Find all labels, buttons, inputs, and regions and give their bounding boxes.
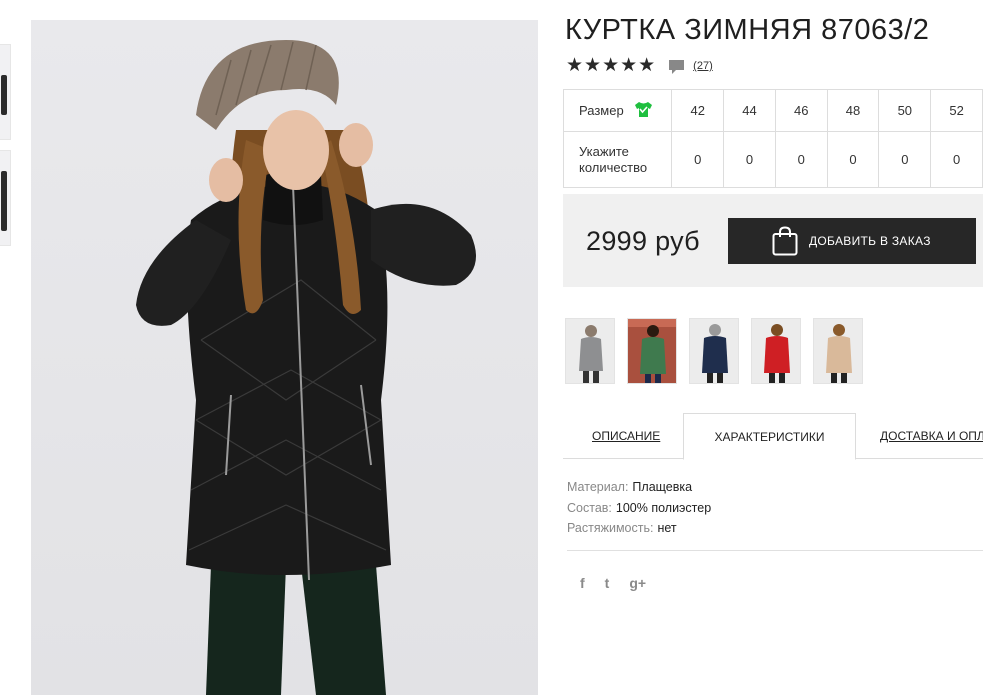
tab-characteristics[interactable]: ХАРАКТЕРИСТИКИ — [683, 413, 856, 460]
size-quantity-table: Размер 42 44 46 48 50 52 Укажите количес… — [562, 89, 983, 188]
review-count-link[interactable]: (27) — [693, 60, 713, 72]
price-box: 2999 руб ДОБАВИТЬ В ЗАКАЗ — [563, 194, 983, 287]
quantity-input[interactable]: 0 — [878, 131, 932, 188]
quantity-label-line1: Укажите — [579, 143, 629, 159]
property-key: Растяжимость: — [567, 521, 654, 535]
size-option[interactable]: 46 — [774, 89, 828, 132]
product-characteristics: Материал: Плащевка Состав: 100% полиэстер … — [567, 477, 711, 539]
color-swatch-beige[interactable] — [813, 318, 863, 384]
size-option[interactable]: 44 — [723, 89, 776, 132]
tshirt-size-icon[interactable] — [634, 101, 653, 121]
size-label: Размер — [579, 103, 624, 118]
thumb-figure — [1, 75, 7, 115]
property-value: нет — [657, 521, 677, 535]
quantity-input[interactable]: 0 — [774, 131, 828, 188]
main-product-photo[interactable] — [31, 20, 538, 695]
tab-description[interactable]: ОПИСАНИЕ — [592, 413, 660, 459]
property-composition: Состав: 100% полиэстер — [567, 498, 711, 519]
add-to-order-button[interactable]: ДОБАВИТЬ В ЗАКАЗ — [728, 218, 976, 264]
comment-icon[interactable] — [668, 58, 685, 75]
property-material: Материал: Плащевка — [567, 477, 711, 498]
color-variants — [565, 318, 863, 384]
twitter-icon[interactable]: t — [605, 575, 610, 591]
quantity-input[interactable]: 0 — [930, 131, 983, 188]
product-photo-illustration — [136, 40, 476, 695]
section-divider — [567, 550, 983, 551]
size-option[interactable]: 52 — [930, 89, 983, 132]
size-option[interactable]: 50 — [878, 89, 932, 132]
product-title: КУРТКА ЗИМНЯЯ 87063/2 — [565, 14, 930, 46]
quantity-input[interactable]: 0 — [723, 131, 776, 188]
color-swatch-gray[interactable] — [565, 318, 615, 384]
property-stretch: Растяжимость: нет — [567, 518, 711, 539]
color-swatch-navy[interactable] — [689, 318, 739, 384]
google-plus-icon[interactable]: g+ — [629, 575, 646, 591]
size-option[interactable]: 42 — [671, 89, 725, 132]
property-key: Состав: — [567, 500, 612, 515]
add-to-order-label: ДОБАВИТЬ В ЗАКАЗ — [809, 234, 931, 248]
property-key: Материал: — [567, 480, 629, 494]
quantity-label-cell: Укажите количество — [562, 131, 673, 188]
rating-stars[interactable]: ★★★★★ — [566, 56, 656, 75]
property-value: 100% полиэстер — [615, 500, 712, 515]
facebook-icon[interactable]: f — [580, 575, 585, 591]
quantity-input[interactable]: 0 — [671, 131, 725, 188]
product-tabs: ОПИСАНИЕ ХАРАКТЕРИСТИКИ ДОСТАВКА И ОПЛ — [563, 413, 983, 460]
social-share: f t g+ — [580, 575, 646, 591]
color-swatch-red[interactable] — [751, 318, 801, 384]
product-rating: ★★★★★ (27) — [566, 56, 713, 75]
size-label-cell: Размер — [562, 89, 673, 132]
product-price: 2999 руб — [586, 226, 700, 256]
quantity-input[interactable]: 0 — [826, 131, 880, 188]
property-value: Плащевка — [632, 480, 693, 494]
gallery-thumb-1[interactable] — [0, 44, 11, 140]
thumb-figure — [1, 171, 7, 231]
color-swatch-green[interactable] — [627, 318, 677, 384]
tab-delivery[interactable]: ДОСТАВКА И ОПЛ — [880, 413, 983, 459]
size-option[interactable]: 48 — [826, 89, 880, 132]
quantity-label-line2: количество — [579, 159, 648, 175]
gallery-thumb-2[interactable] — [0, 150, 11, 246]
shopping-bag-icon — [772, 226, 798, 256]
